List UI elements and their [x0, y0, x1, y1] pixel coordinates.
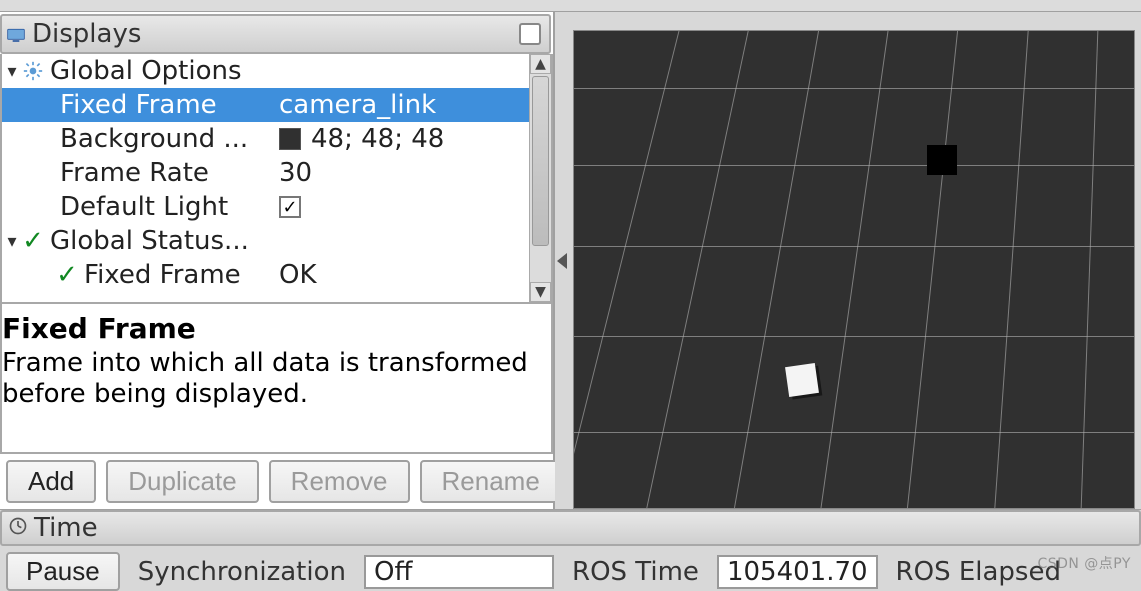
gear-icon — [22, 60, 44, 82]
ros-time-label: ROS Time — [572, 557, 699, 587]
add-button[interactable]: Add — [6, 460, 96, 503]
chevron-left-icon — [557, 253, 567, 269]
tree-key: Fixed Frame — [60, 90, 217, 120]
tree-value: OK — [279, 260, 317, 290]
sync-select[interactable]: Off — [364, 555, 554, 589]
ros-elapsed-label: ROS Elapsed — [896, 557, 1061, 587]
check-icon: ✓ — [22, 226, 44, 256]
expander-icon[interactable]: ▾ — [2, 231, 22, 252]
tree-row-global-options[interactable]: ▾ Global Options — [2, 54, 529, 88]
description-box: Fixed Frame Frame into which all data is… — [0, 304, 553, 454]
expander-icon[interactable]: ▾ — [2, 61, 22, 82]
sync-label: Synchronization — [138, 557, 346, 587]
rename-button[interactable]: Rename — [420, 460, 562, 503]
scene-object-dark — [927, 145, 957, 175]
tree-value[interactable]: camera_link — [279, 90, 436, 120]
displays-panel: Displays ▾ Global Options — [0, 12, 555, 509]
description-title: Fixed Frame — [2, 312, 545, 346]
checkbox-icon[interactable]: ✓ — [279, 196, 301, 218]
tree-row-background[interactable]: Background ... 48; 48; 48 — [2, 122, 529, 156]
tree-row-frame-rate[interactable]: Frame Rate 30 — [2, 156, 529, 190]
tree-value: 48; 48; 48 — [311, 124, 444, 154]
displays-title: Displays — [32, 19, 141, 49]
ros-time-field[interactable]: 105401.70 — [717, 555, 878, 589]
property-tree: ▾ Global Options Fixed Frame — [0, 54, 553, 304]
color-swatch[interactable] — [279, 128, 301, 150]
tree-value[interactable]: 30 — [279, 158, 312, 188]
description-body: Frame into which all data is transformed… — [2, 348, 545, 410]
scene-object-light — [785, 363, 819, 397]
remove-button[interactable]: Remove — [269, 460, 410, 503]
check-icon: ✓ — [56, 260, 78, 290]
time-controls-row: Pause Synchronization Off ROS Time 10540… — [0, 546, 1141, 591]
time-title: Time — [34, 513, 98, 543]
scroll-up-icon[interactable]: ▲ — [530, 54, 551, 74]
displays-button-row: Add Duplicate Remove Rename — [0, 454, 553, 509]
3d-view[interactable] — [573, 30, 1135, 509]
tree-label: Global Options — [50, 56, 242, 86]
tree-key: Default Light — [60, 192, 228, 222]
tree-row-fixed-frame[interactable]: Fixed Frame camera_link — [2, 88, 529, 122]
clock-icon — [8, 514, 28, 542]
main-row: Displays ▾ Global Options — [0, 12, 1141, 510]
watermark: CSDN @点PY — [1037, 553, 1131, 573]
tree-key: Fixed Frame — [84, 260, 241, 290]
tree-row-global-status[interactable]: ▾ ✓ Global Status... — [2, 224, 529, 258]
tree-key: Background ... — [60, 124, 248, 154]
pause-button[interactable]: Pause — [6, 552, 120, 591]
top-toolbar-fragment — [0, 0, 1141, 12]
monitor-icon — [6, 24, 26, 44]
tree-row-status-fixed-frame[interactable]: ✓ Fixed Frame OK — [2, 258, 529, 292]
duplicate-button[interactable]: Duplicate — [106, 460, 258, 503]
rollup-button[interactable] — [519, 23, 541, 45]
tree-label: Global Status... — [50, 226, 249, 256]
scroll-thumb[interactable] — [532, 76, 549, 246]
displays-titlebar[interactable]: Displays — [0, 14, 551, 54]
splitter-handle[interactable] — [555, 12, 569, 509]
scroll-down-icon[interactable]: ▼ — [530, 282, 551, 302]
tree-row-default-light[interactable]: Default Light ✓ — [2, 190, 529, 224]
tree-key: Frame Rate — [60, 158, 209, 188]
tree-scrollbar[interactable]: ▲ ▼ — [529, 54, 551, 302]
time-titlebar[interactable]: Time — [0, 510, 1141, 546]
